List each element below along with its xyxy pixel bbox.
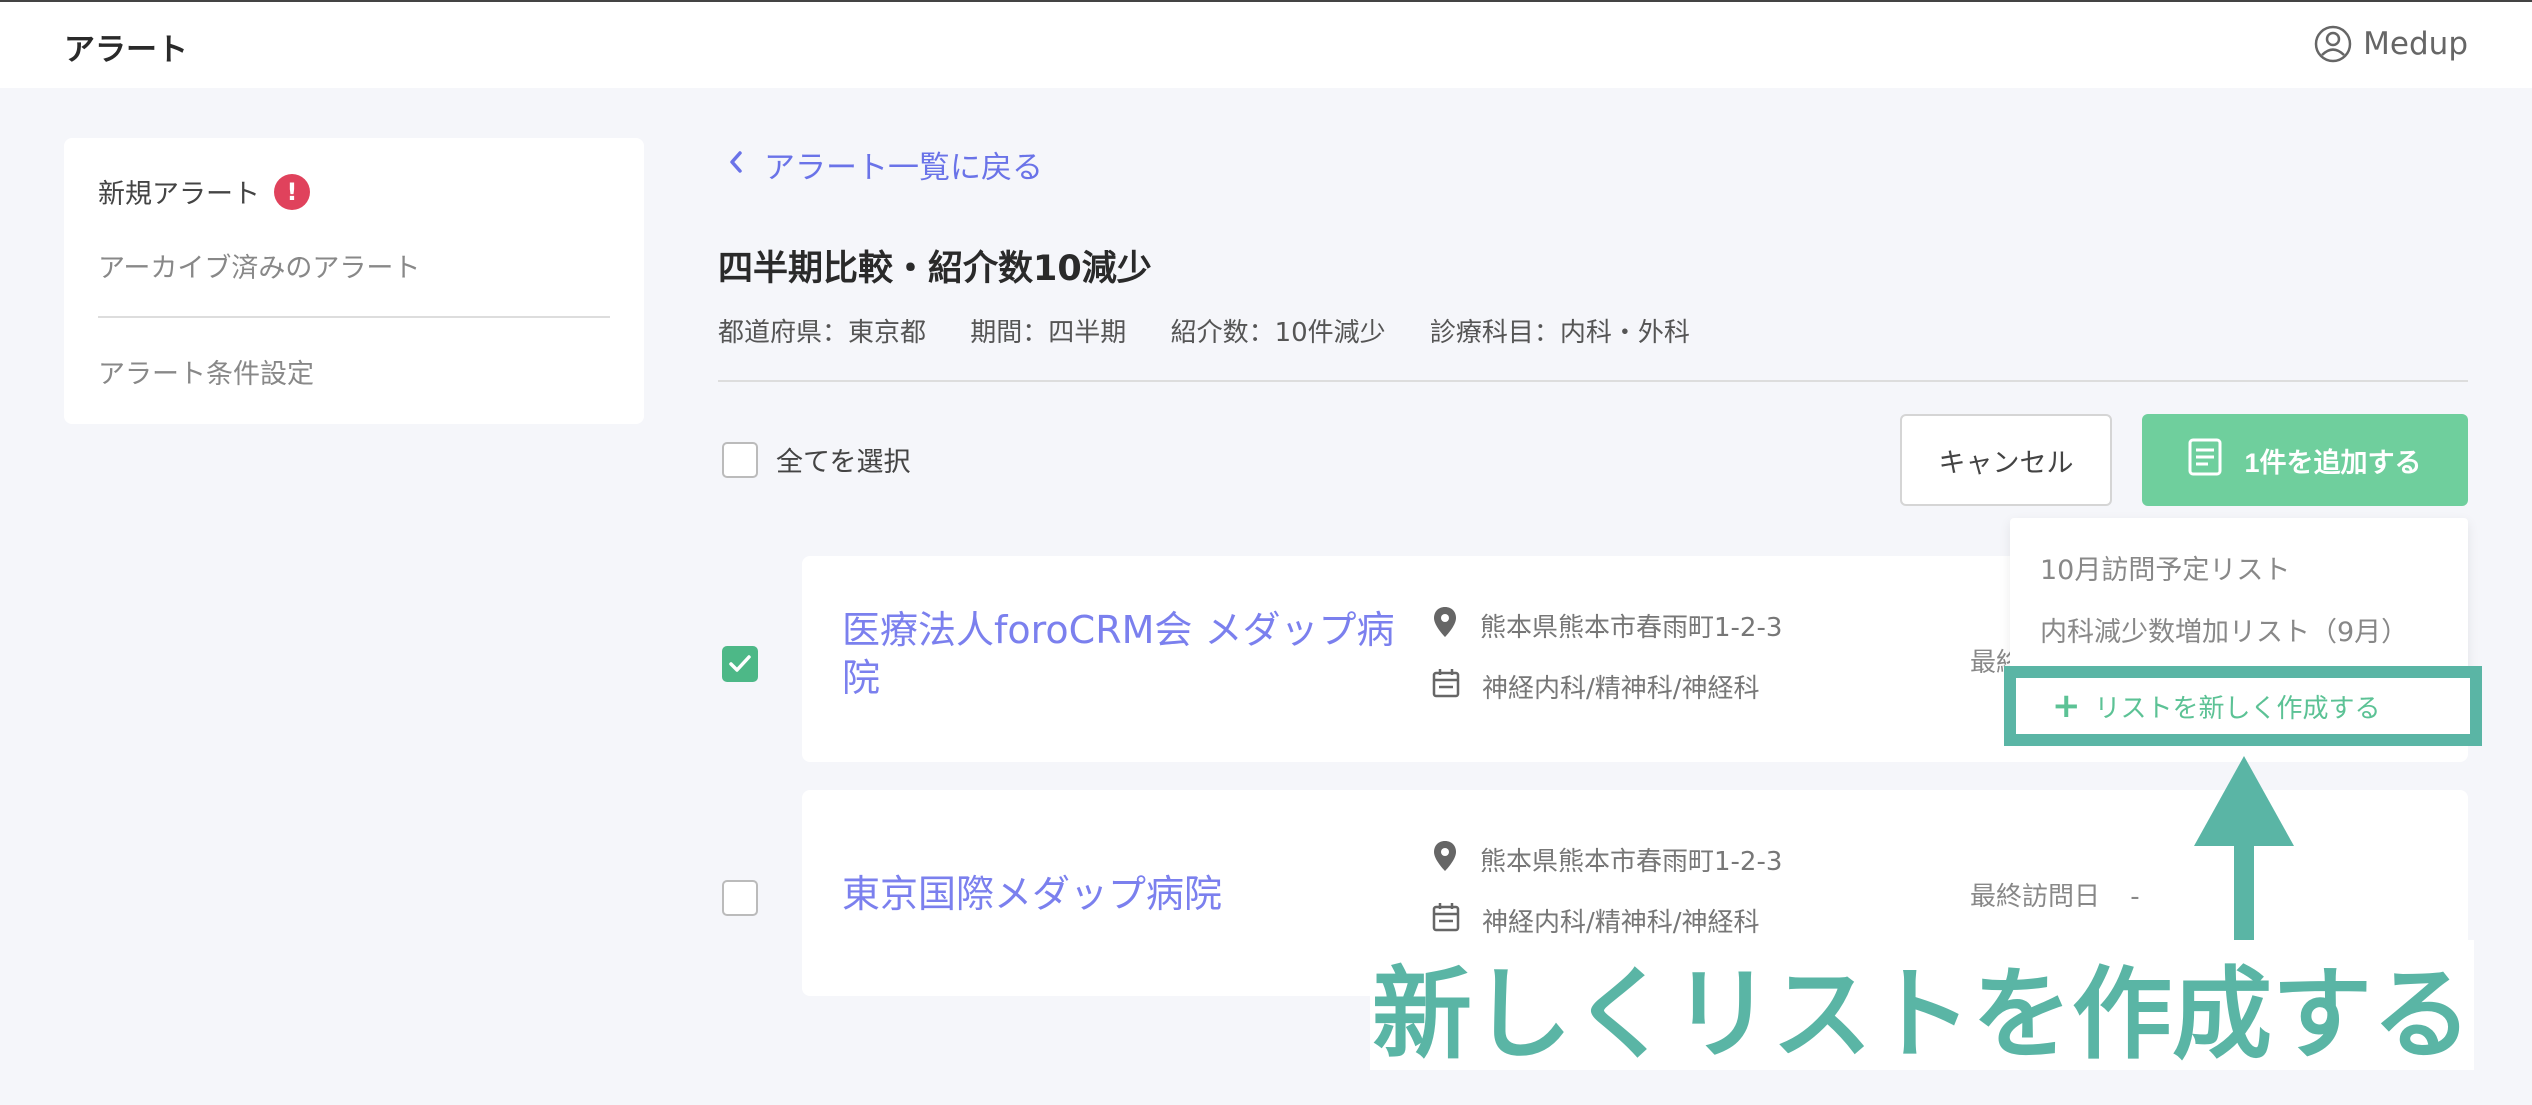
filter-period: 期間：四半期 bbox=[970, 318, 1127, 348]
create-new-list-label: リストを新しく作成する bbox=[2094, 693, 2381, 724]
last-visit: 最終訪問日 - bbox=[1970, 876, 2140, 913]
sidebar-item-new-alert[interactable]: 新規アラート ! bbox=[98, 172, 310, 211]
location-pin-icon bbox=[1432, 840, 1458, 879]
last-visit-value: - bbox=[2130, 882, 2140, 912]
sidebar-item-archived[interactable]: アーカイブ済みのアラート bbox=[98, 246, 420, 285]
filter-prefecture: 都道府県：東京都 bbox=[718, 318, 927, 348]
page-header-title: アラート bbox=[64, 32, 188, 68]
back-to-alerts-link[interactable]: アラート一覧に戻る bbox=[726, 142, 1043, 187]
departments-text: 神経内科/精神科/神経科 bbox=[1482, 674, 1760, 704]
back-link-label: アラート一覧に戻る bbox=[764, 150, 1043, 186]
page-title: 四半期比較・紹介数10減少 bbox=[718, 249, 1152, 289]
location-pin-icon bbox=[1432, 606, 1458, 645]
dropdown-item-october-visit-list[interactable]: 10月訪問予定リスト bbox=[2040, 548, 2290, 587]
filter-departments: 診療科目：内科・外科 bbox=[1429, 318, 1690, 348]
sidebar: 新規アラート ! アーカイブ済みのアラート アラート条件設定 bbox=[64, 138, 644, 424]
cancel-button[interactable]: キャンセル bbox=[1900, 414, 2112, 506]
hospital-checkbox-2[interactable] bbox=[722, 880, 758, 916]
calendar-icon bbox=[1432, 668, 1460, 705]
sidebar-item-label: 新規アラート bbox=[98, 179, 260, 210]
sidebar-item-settings[interactable]: アラート条件設定 bbox=[98, 352, 314, 391]
filter-referrals: 紹介数：10件減少 bbox=[1170, 318, 1386, 348]
hospital-name-link[interactable]: 医療法人foroCRM会 メダップ病院 bbox=[842, 606, 1402, 702]
annotation-caption: 新しくリストを作成する bbox=[1370, 940, 2474, 1073]
hospital-checkbox-1[interactable] bbox=[722, 646, 758, 682]
plus-icon: + bbox=[2052, 686, 2081, 726]
hospital-departments: 神経内科/精神科/神経科 bbox=[1432, 668, 1760, 705]
main-divider bbox=[718, 380, 2468, 382]
hospital-name-link[interactable]: 東京国際メダップ病院 bbox=[842, 870, 1402, 918]
add-button-label: 1件を追加する bbox=[2244, 447, 2422, 478]
create-new-list-button[interactable]: + リストを新しく作成する bbox=[2004, 666, 2482, 746]
hospital-address: 熊本県熊本市春雨町1-2-3 bbox=[1432, 606, 1782, 645]
last-visit-label: 最終訪問日 bbox=[1970, 882, 2101, 912]
user-name: Medup bbox=[2363, 26, 2468, 62]
select-all-label: 全てを選択 bbox=[776, 447, 911, 478]
alert-badge: ! bbox=[274, 173, 310, 210]
top-bar: アラート Medup bbox=[0, 0, 2532, 88]
address-text: 熊本県熊本市春雨町1-2-3 bbox=[1480, 613, 1783, 643]
annotation-arrow-up-icon bbox=[2194, 756, 2294, 950]
address-text: 熊本県熊本市春雨町1-2-3 bbox=[1480, 847, 1783, 877]
select-all[interactable]: 全てを選択 bbox=[722, 440, 910, 479]
sidebar-divider bbox=[98, 316, 610, 318]
user-icon bbox=[2313, 24, 2353, 64]
user-menu[interactable]: Medup bbox=[2313, 24, 2468, 64]
hospital-address: 熊本県熊本市春雨町1-2-3 bbox=[1432, 840, 1782, 879]
add-to-list-button[interactable]: 1件を追加する bbox=[2142, 414, 2468, 506]
dropdown-item-internal-decrease-list[interactable]: 内科減少数増加リスト（9月） bbox=[2040, 610, 2408, 649]
chevron-left-icon bbox=[726, 147, 746, 183]
list-icon bbox=[2188, 438, 2222, 483]
filter-summary: 都道府県：東京都 期間：四半期 紹介数：10件減少 診療科目：内科・外科 bbox=[718, 312, 1726, 349]
select-all-checkbox[interactable] bbox=[722, 441, 758, 478]
